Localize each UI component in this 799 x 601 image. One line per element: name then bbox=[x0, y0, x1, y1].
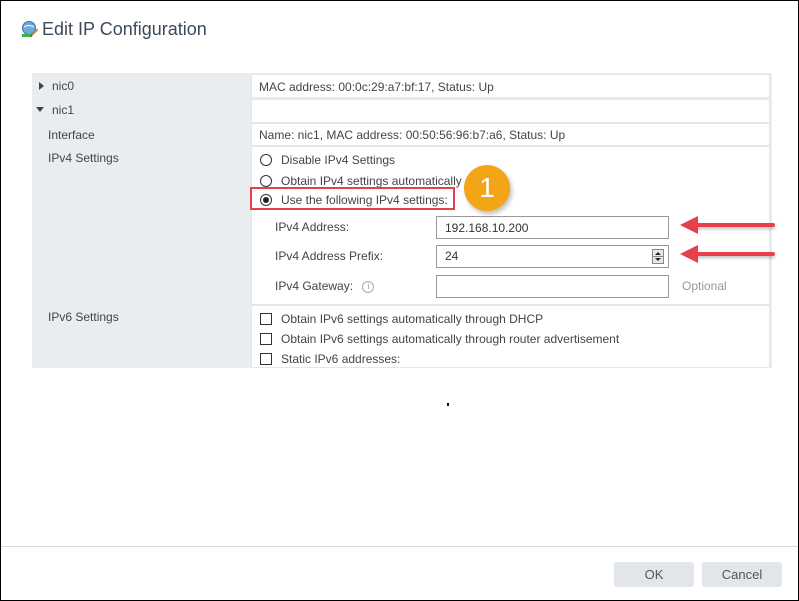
highlight-box bbox=[250, 187, 455, 210]
ipv6-settings-label: IPv6 Settings bbox=[48, 310, 119, 324]
obtain-ipv4-auto-radio[interactable]: Obtain IPv4 settings automatically bbox=[260, 174, 462, 188]
annotation-arrow-icon bbox=[680, 216, 775, 234]
ipv6-settings-section: Obtain IPv6 settings automatically throu… bbox=[251, 305, 770, 368]
ipv4-settings-label: IPv4 Settings bbox=[48, 151, 119, 165]
radio-icon[interactable] bbox=[260, 175, 272, 187]
checkbox-icon[interactable] bbox=[260, 313, 272, 325]
info-icon[interactable]: i bbox=[362, 280, 375, 293]
ipv6-router-adv-checkbox[interactable]: Obtain IPv6 settings automatically throu… bbox=[260, 332, 619, 346]
ipv6-static-checkbox[interactable]: Static IPv6 addresses: bbox=[260, 352, 400, 366]
gateway-optional-hint: Optional bbox=[682, 279, 727, 293]
tree-item-nic1[interactable]: nic1 bbox=[52, 103, 74, 117]
disable-ipv4-label: Disable IPv4 Settings bbox=[281, 153, 396, 167]
stray-dot bbox=[447, 403, 449, 406]
ipv4-prefix-label: IPv4 Address Prefix: bbox=[275, 249, 384, 263]
network-edit-icon bbox=[21, 20, 39, 38]
ipv4-address-input[interactable] bbox=[436, 216, 669, 239]
ipv6-router-adv-label: Obtain IPv6 settings automatically throu… bbox=[281, 332, 620, 346]
collapse-arrow-icon[interactable] bbox=[36, 107, 44, 112]
interface-info: Name: nic1, MAC address: 00:50:56:96:b7:… bbox=[259, 128, 566, 142]
footer-divider bbox=[1, 546, 798, 547]
dialog-title-text: Edit IP Configuration bbox=[42, 18, 207, 39]
obtain-ipv4-auto-label: Obtain IPv4 settings automatically bbox=[281, 174, 462, 188]
ipv4-gateway-label: IPv4 Gateway: i bbox=[275, 279, 375, 293]
ipv4-gateway-label-text: IPv4 Gateway: bbox=[275, 279, 354, 293]
nic0-info: MAC address: 00:0c:29:a7:bf:17, Status: … bbox=[259, 80, 494, 94]
ipv4-prefix-value: 24 bbox=[445, 249, 459, 263]
ipv4-gateway-input[interactable] bbox=[436, 275, 669, 298]
cancel-button[interactable]: Cancel bbox=[702, 562, 782, 587]
nic1-info-row bbox=[251, 99, 770, 123]
step-badge: 1 bbox=[464, 165, 510, 211]
checkbox-icon[interactable] bbox=[260, 353, 272, 365]
interface-info-row: Name: nic1, MAC address: 00:50:56:96:b7:… bbox=[251, 123, 770, 146]
ok-button[interactable]: OK bbox=[614, 562, 694, 587]
tree-item-nic0[interactable]: nic0 bbox=[52, 79, 74, 93]
ipv6-static-label: Static IPv6 addresses: bbox=[281, 352, 401, 366]
ipv6-dhcp-checkbox[interactable]: Obtain IPv6 settings automatically throu… bbox=[260, 312, 543, 326]
ipv6-dhcp-label: Obtain IPv6 settings automatically throu… bbox=[281, 312, 544, 326]
interface-label: Interface bbox=[48, 128, 95, 142]
annotation-arrow-icon bbox=[680, 245, 775, 263]
radio-icon[interactable] bbox=[260, 154, 272, 166]
dialog-title: Edit IP Configuration bbox=[21, 17, 207, 41]
checkbox-icon[interactable] bbox=[260, 333, 272, 345]
expand-arrow-icon[interactable] bbox=[39, 82, 44, 90]
disable-ipv4-radio[interactable]: Disable IPv4 Settings bbox=[260, 153, 395, 167]
ipv4-address-label: IPv4 Address: bbox=[275, 220, 350, 234]
ipv4-prefix-stepper[interactable]: 24 bbox=[436, 245, 669, 268]
spinner-icon[interactable] bbox=[652, 249, 664, 264]
edit-ip-dialog: Edit IP Configuration nic0 MAC address: … bbox=[0, 0, 799, 601]
nic0-info-row: MAC address: 00:0c:29:a7:bf:17, Status: … bbox=[251, 74, 770, 98]
